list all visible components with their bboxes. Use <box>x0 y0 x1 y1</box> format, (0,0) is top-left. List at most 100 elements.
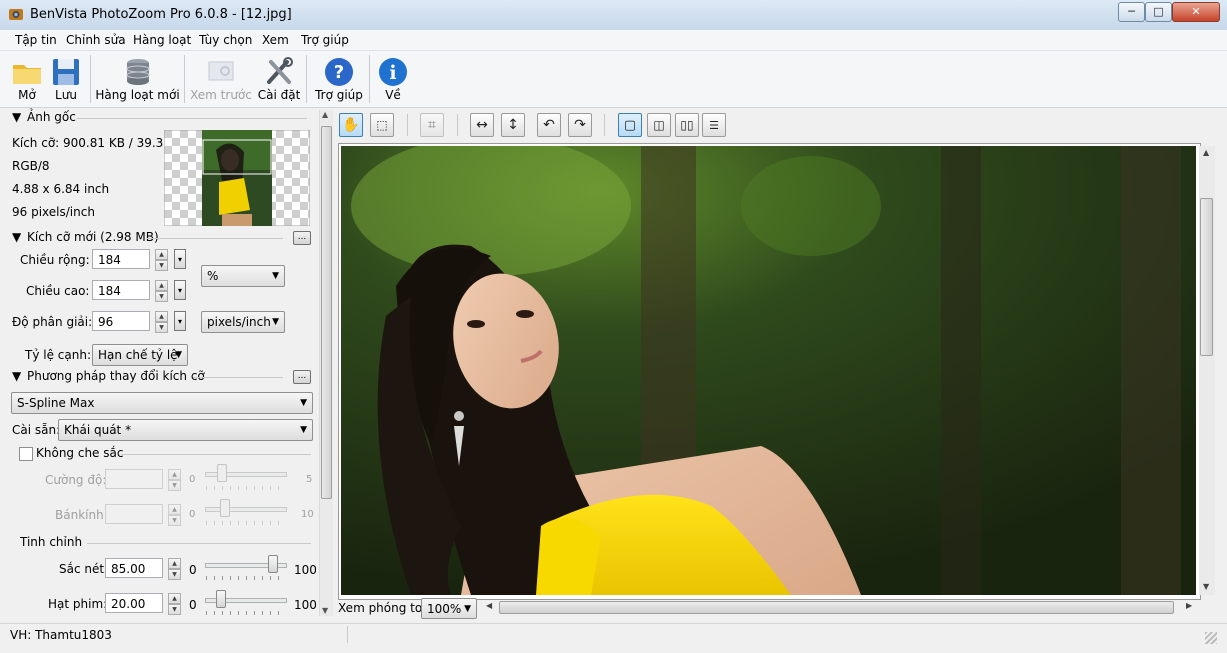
no-artifact-checkbox[interactable] <box>19 447 33 461</box>
strength-spinner[interactable]: ▲ ▼ <box>168 469 181 491</box>
grain-spinner[interactable]: ▲ ▼ <box>168 593 181 615</box>
grain-input[interactable]: 20.00 <box>105 593 163 613</box>
new-size-collapse-icon[interactable]: ▼ <box>12 230 21 244</box>
about-button[interactable]: i Về <box>375 53 411 105</box>
status-bar: VH: Thamtu1803 <box>0 623 1227 646</box>
sharpness-input[interactable]: 85.00 <box>105 558 163 578</box>
app-icon <box>9 9 23 20</box>
vertical-arrows-icon: ↕ <box>507 117 519 133</box>
preview-icon <box>208 61 234 81</box>
floppy-icon <box>53 59 79 85</box>
menu-file[interactable]: Tập tin <box>15 33 57 47</box>
resolution-label: Độ phân giải: <box>12 315 93 329</box>
sharpness-max: 100 <box>294 563 317 577</box>
strength-slider-thumb[interactable] <box>217 464 227 482</box>
radius-slider-thumb[interactable] <box>220 499 230 517</box>
rotate-right-button[interactable]: ↷ <box>568 113 592 137</box>
image-hscroll-thumb[interactable] <box>499 601 1174 614</box>
zoom-label: Xem phóng to: <box>338 601 427 615</box>
side-by-side-button[interactable]: ▯▯ <box>675 113 699 137</box>
algorithm-select[interactable]: S-Spline Max ▼ <box>11 392 313 414</box>
hscroll-right-arrow[interactable]: ▶ <box>1186 601 1192 610</box>
image-vscrollbar[interactable]: ▲ ▼ <box>1199 146 1215 595</box>
sharpness-label: Sắc nét: <box>59 562 109 576</box>
grain-max: 100 <box>294 598 317 612</box>
scroll-up-arrow[interactable]: ▲ <box>322 110 328 119</box>
thumbnail-preview[interactable] <box>164 130 310 226</box>
grain-slider-thumb[interactable] <box>216 590 226 608</box>
scroll-down-arrow[interactable]: ▼ <box>322 606 328 615</box>
resolution-spinner[interactable]: ▲ ▼ <box>155 311 168 333</box>
original-dimensions: 4.88 x 6.84 inch <box>12 182 110 196</box>
resolution-unit-select[interactable]: pixels/inch ▼ <box>201 311 285 333</box>
method-header: Phương pháp thay đổi kích cỡ <box>27 369 205 383</box>
method-more-button[interactable]: ... <box>293 370 311 384</box>
image-vscroll-thumb[interactable] <box>1200 198 1213 356</box>
radius-max: 10 <box>301 509 314 520</box>
settings-button[interactable]: Cài đặt <box>256 53 302 105</box>
height-spinner[interactable]: ▲ ▼ <box>155 280 168 302</box>
open-button[interactable]: Mở <box>6 53 48 105</box>
new-size-more-button[interactable]: ... <box>293 231 311 245</box>
strength-label: Cường độ: <box>45 473 107 487</box>
radius-spinner[interactable]: ▲ ▼ <box>168 504 181 526</box>
split-view-button[interactable]: ◫ <box>647 113 671 137</box>
preview-image[interactable] <box>341 146 1196 595</box>
menu-edit[interactable]: Chỉnh sửa <box>66 33 126 47</box>
menu-help[interactable]: Trợ giúp <box>301 33 349 47</box>
method-collapse-icon[interactable]: ▼ <box>12 369 21 383</box>
tools-icon <box>267 57 293 84</box>
single-view-button[interactable]: ▢ <box>618 113 642 137</box>
resize-grip[interactable] <box>1205 632 1217 644</box>
preset-select[interactable]: Khái quát * ▼ <box>58 419 313 441</box>
panel-scrollbar[interactable]: ▲ ▼ <box>319 110 333 616</box>
width-spinner[interactable]: ▲ ▼ <box>155 249 168 271</box>
close-button[interactable]: ✕ <box>1172 2 1220 22</box>
menu-bar: Tập tin Chỉnh sửa Hàng loạt Tùy chọn Xem… <box>0 30 1227 51</box>
top-bottom-button[interactable]: ☰ <box>702 113 726 137</box>
pan-tool-button[interactable]: ✋ <box>339 113 363 137</box>
original-collapse-icon[interactable]: ▼ <box>12 110 21 124</box>
strength-input[interactable] <box>105 469 163 489</box>
original-resolution: 96 pixels/inch <box>12 205 95 219</box>
save-button[interactable]: Lưu <box>46 53 86 105</box>
new-batch-button[interactable]: Hàng loạt mới <box>95 53 180 105</box>
resolution-link-toggle[interactable]: ▾ <box>174 311 186 331</box>
menu-view[interactable]: Xem <box>262 33 289 47</box>
radius-input[interactable] <box>105 504 163 524</box>
image-scroll-up-arrow[interactable]: ▲ <box>1203 148 1209 157</box>
hscroll-left-arrow[interactable]: ◀ <box>486 601 492 610</box>
horizontal-arrows-icon: ↔ <box>476 117 488 133</box>
rotate-right-icon: ↷ <box>574 117 586 133</box>
resolution-input[interactable]: 96 <box>92 311 150 331</box>
image-scroll-down-arrow[interactable]: ▼ <box>1203 582 1209 591</box>
select-tool-button[interactable]: ⬚ <box>370 113 394 137</box>
minimize-button[interactable]: ─ <box>1118 2 1145 22</box>
maximize-button[interactable]: □ <box>1145 2 1172 22</box>
preset-label: Cài sẵn: <box>12 423 61 437</box>
sharpness-slider-thumb[interactable] <box>268 555 278 573</box>
flip-vertical-button[interactable]: ↕ <box>501 113 525 137</box>
settings-panel: ▼ Ảnh gốc Kích cỡ: 900.81 KB / 39.31 KB … <box>3 108 318 618</box>
sharpness-spinner[interactable]: ▲ ▼ <box>168 558 181 580</box>
width-input[interactable]: 184 <box>92 249 150 269</box>
preview-button[interactable]: Xem trước <box>190 53 252 105</box>
zoom-select[interactable]: 100% ▼ <box>421 598 477 619</box>
rotate-left-button[interactable]: ↶ <box>537 113 561 137</box>
strength-max: 5 <box>306 474 313 485</box>
height-link-toggle[interactable]: ▾ <box>174 280 186 300</box>
flip-horizontal-button[interactable]: ↔ <box>470 113 494 137</box>
title-bar: BenVista PhotoZoom Pro 6.0.8 - [12.jpg] … <box>0 0 1227 31</box>
height-label: Chiều cao: <box>26 284 90 298</box>
width-link-toggle[interactable]: ▾ <box>174 249 186 269</box>
crop-button[interactable]: ⌗ <box>420 113 444 137</box>
aspect-select[interactable]: Hạn chế tỷ lệ ▼ <box>92 344 188 366</box>
size-unit-select[interactable]: % ▼ <box>201 265 285 287</box>
marquee-icon: ⬚ <box>376 118 388 132</box>
menu-batch[interactable]: Hàng loạt <box>133 33 191 47</box>
help-button[interactable]: ? Trợ giúp <box>313 53 365 105</box>
height-input[interactable]: 184 <box>92 280 150 300</box>
panel-scroll-thumb[interactable] <box>321 126 332 499</box>
menu-options[interactable]: Tùy chọn <box>199 33 252 47</box>
radius-slider-track <box>205 507 287 512</box>
